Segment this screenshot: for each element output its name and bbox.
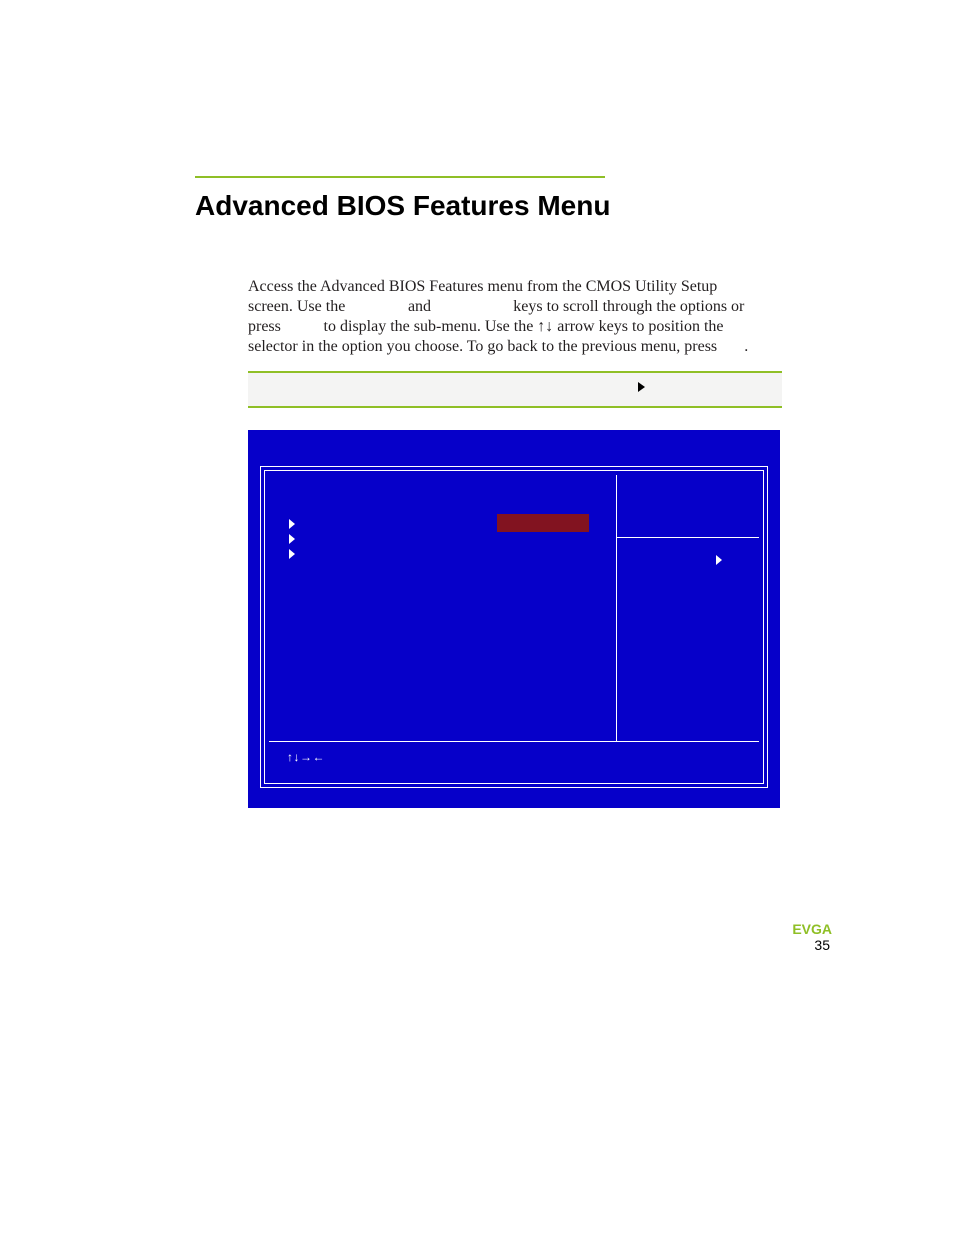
intro-paragraph: Access the Advanced BIOS Features menu f…	[248, 277, 768, 357]
intro-line-3c: arrow keys to position the	[553, 318, 723, 335]
note-bullet-icon	[638, 382, 645, 392]
manual-page: Advanced BIOS Features Menu Access the A…	[0, 0, 954, 1235]
note-divider-bottom	[248, 406, 782, 408]
bios-screenshot: ↑↓→←	[248, 430, 780, 808]
item-help-arrow-icon	[716, 555, 722, 565]
page-number: 35	[814, 937, 830, 953]
intro-line-2a: screen. Use the	[248, 298, 349, 315]
bios-vertical-divider	[616, 475, 617, 742]
bios-frame-inner: ↑↓→←	[264, 470, 764, 784]
intro-line-4-end: .	[744, 338, 748, 355]
submenu-arrow-icon	[289, 519, 295, 529]
submenu-arrow-icon	[289, 534, 295, 544]
bios-help-header-divider	[616, 537, 759, 538]
intro-line-2c: keys to scroll through the options or	[509, 298, 744, 315]
intro-line-1: Access the Advanced BIOS Features menu f…	[248, 278, 717, 295]
intro-line-4: selector in the option you choose. To go…	[248, 338, 721, 355]
arrow-keys-glyph: ↑↓	[537, 318, 553, 335]
bios-selection-highlight	[497, 514, 589, 532]
intro-line-2b: and	[404, 298, 435, 315]
bios-footer-divider	[269, 741, 759, 742]
submenu-arrow-icon	[289, 549, 295, 559]
divider-top	[195, 176, 605, 178]
note-strip	[248, 373, 782, 406]
intro-line-3a: press	[248, 318, 285, 335]
page-title: Advanced BIOS Features Menu	[195, 188, 615, 223]
intro-line-3b: to display the sub-menu. Use the	[320, 318, 538, 335]
bios-frame-outer: ↑↓→←	[260, 466, 768, 788]
brand-label: EVGA	[792, 921, 832, 937]
bios-nav-hint: ↑↓→←	[287, 750, 325, 764]
